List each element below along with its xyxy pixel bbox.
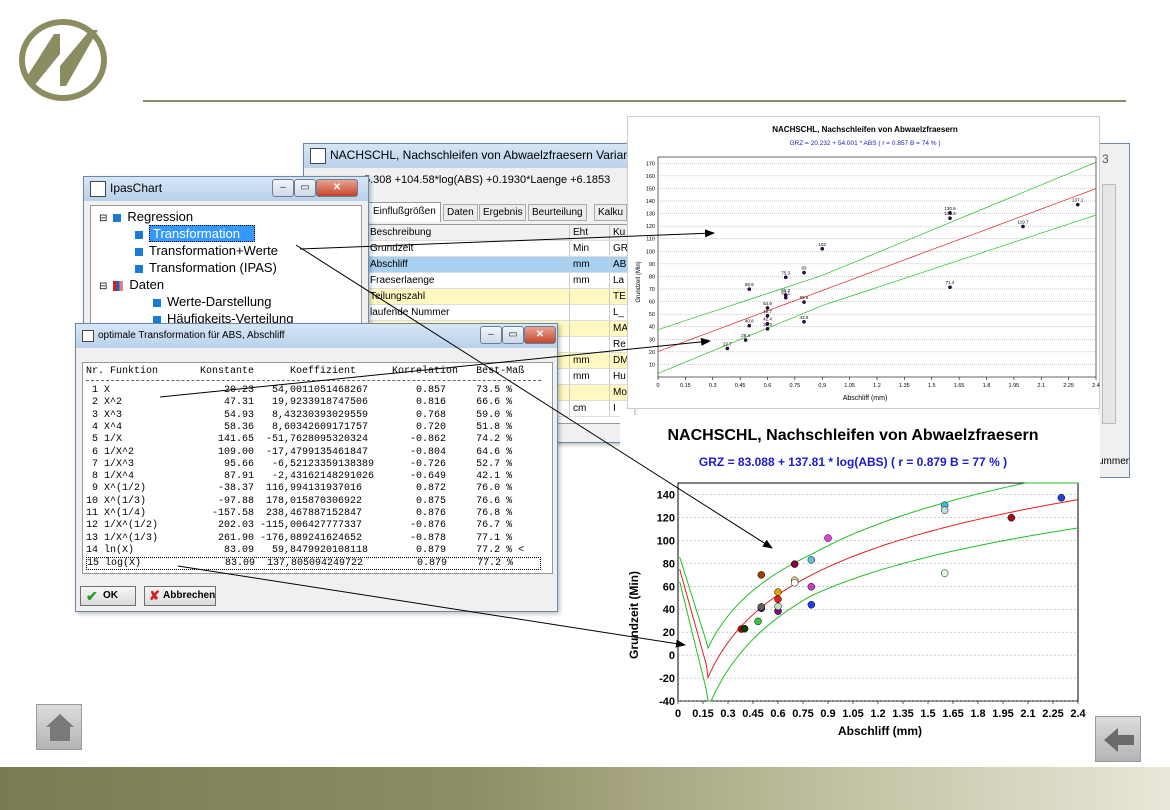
arrow-1 <box>299 229 715 250</box>
arrow-3 <box>295 244 773 549</box>
back-button[interactable] <box>1095 716 1141 762</box>
back-arrow-icon <box>1104 728 1134 752</box>
home-icon <box>46 714 74 741</box>
arrow-2 <box>159 337 711 398</box>
arrow-4 <box>177 565 686 648</box>
annotation-arrows <box>159 229 773 648</box>
home-button[interactable] <box>36 704 82 750</box>
footer-bar <box>0 767 1170 810</box>
